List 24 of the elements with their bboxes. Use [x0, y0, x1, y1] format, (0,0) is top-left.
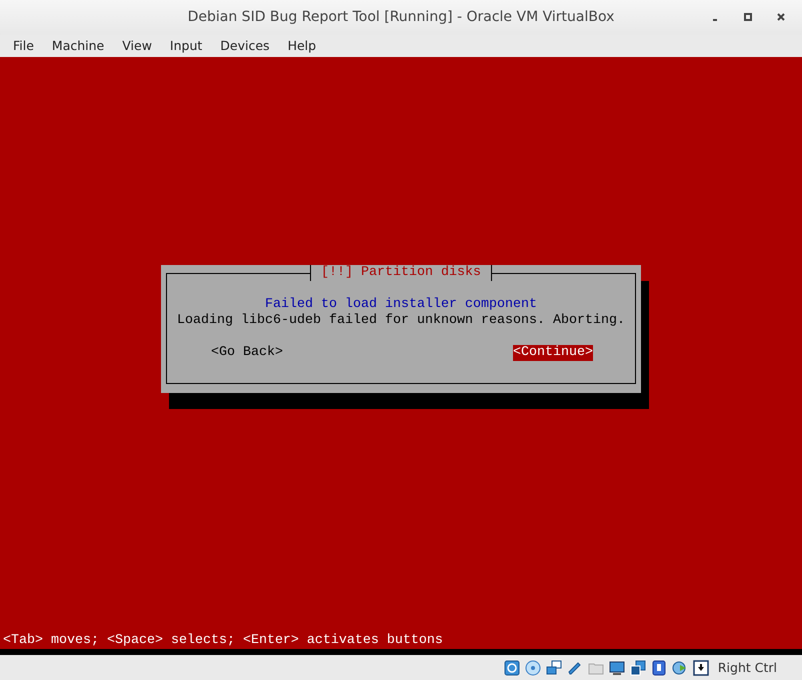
menu-item[interactable]: Machine: [52, 38, 104, 54]
download-icon[interactable]: [692, 660, 709, 676]
dialog-heading: Failed to load installer component: [265, 296, 537, 313]
menu-item[interactable]: Input: [170, 38, 202, 54]
chip-icon[interactable]: [650, 660, 667, 676]
dialog-title: [!!] Partition disks: [310, 264, 492, 281]
monitor-icon[interactable]: [608, 660, 625, 676]
optical-disc-icon[interactable]: [524, 660, 541, 676]
menu-item[interactable]: View: [122, 38, 152, 54]
dialog-message: Loading libc6-udeb failed for unknown reasons. Aborting.: [177, 312, 625, 329]
network-icon[interactable]: [546, 660, 562, 676]
windows-icon[interactable]: [630, 660, 646, 676]
dialog-button[interactable]: <Continue>: [513, 344, 593, 361]
menu-item[interactable]: File: [13, 38, 34, 54]
pen-icon[interactable]: [566, 660, 583, 676]
host-key-label: Right Ctrl: [718, 660, 777, 676]
maximize-icon[interactable]: [743, 12, 753, 22]
window-title: Debian SID Bug Report Tool [Running] - Oracle VM VirtualBox: [188, 9, 614, 26]
help-line: <Tab> moves; <Space> selects; <Enter> activates buttons: [3, 633, 443, 650]
close-icon[interactable]: [776, 12, 786, 22]
menu-item[interactable]: Help: [288, 38, 316, 54]
globe-icon[interactable]: [672, 660, 688, 676]
dialog-button[interactable]: <Go Back>: [211, 344, 283, 361]
menu-item[interactable]: Devices: [220, 38, 270, 54]
